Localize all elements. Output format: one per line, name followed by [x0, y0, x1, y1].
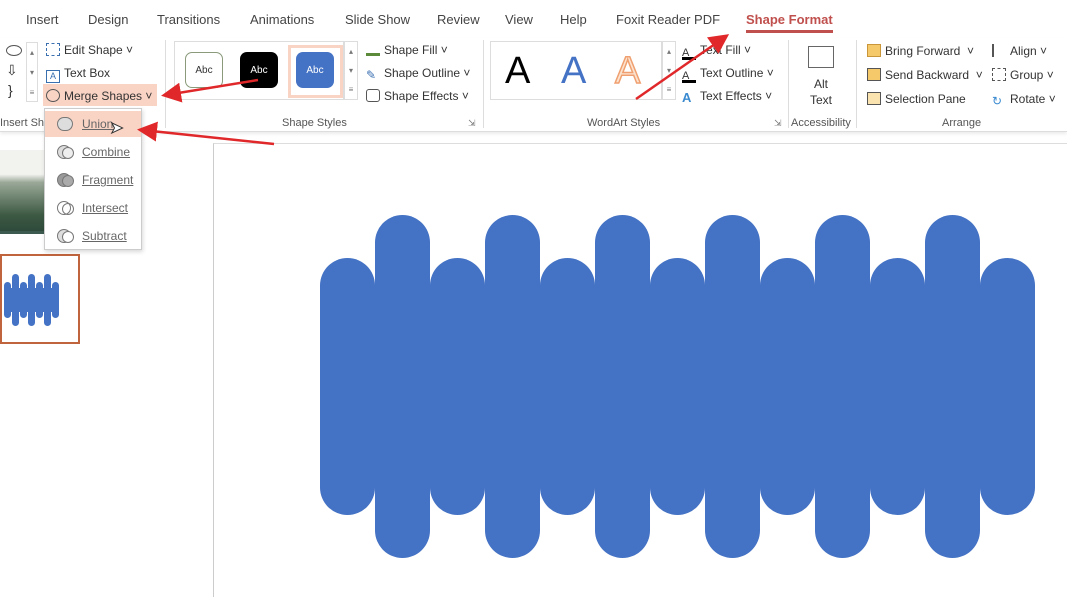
- annotation-arrows: [137, 34, 730, 146]
- arrow-to-union: [137, 121, 275, 146]
- arrow-to-merge-shapes: [161, 78, 259, 103]
- arrow-to-shape-format: [635, 34, 730, 101]
